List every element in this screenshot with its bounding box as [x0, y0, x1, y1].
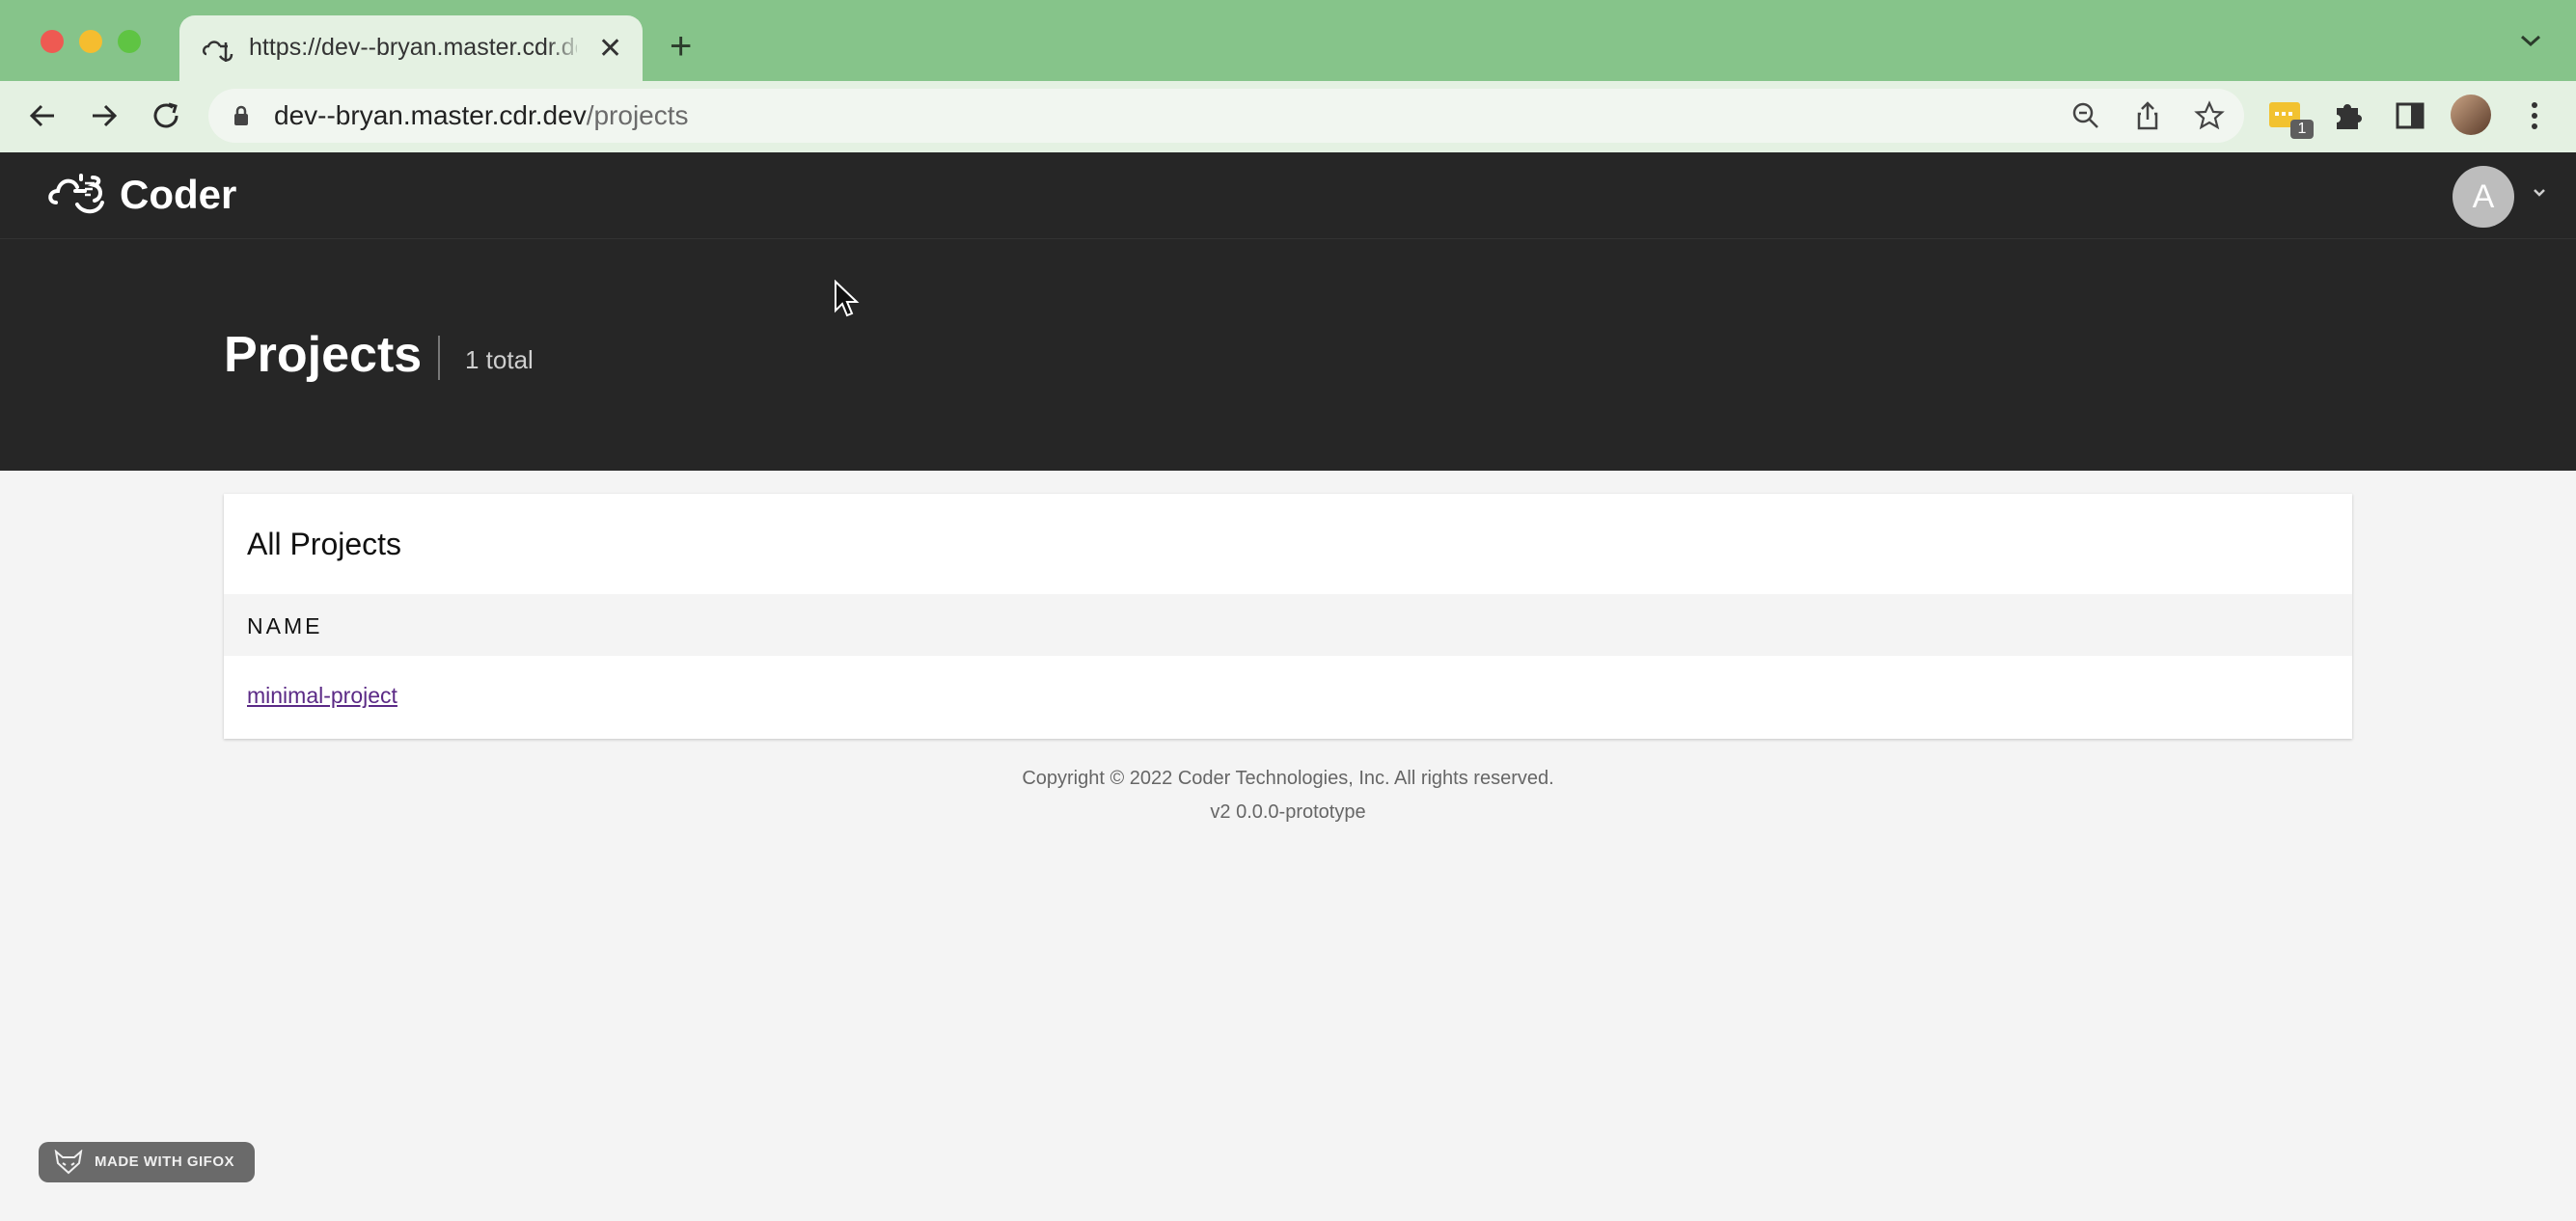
project-count: 1 total — [465, 345, 534, 374]
maximize-window-button[interactable] — [118, 30, 141, 53]
page-title: Projects — [224, 327, 423, 383]
reload-icon[interactable] — [149, 98, 183, 133]
version-text: v2 0.0.0-prototype — [1210, 801, 1366, 823]
close-window-button[interactable] — [41, 30, 64, 53]
url-path: /projects — [586, 100, 689, 130]
browser-profile-avatar[interactable] — [2451, 95, 2491, 135]
kebab-menu-icon[interactable] — [2530, 100, 2539, 131]
close-tab-icon[interactable]: ✕ — [598, 32, 622, 66]
lock-icon — [234, 105, 248, 125]
table-header: NAME — [224, 594, 2352, 656]
app-brand[interactable]: Coder — [120, 172, 236, 218]
gifox-label: MADE WITH GIFOX — [95, 1153, 234, 1170]
projects-table-card: All Projects NAME minimal-project — [224, 494, 2352, 739]
tab-title-fade — [546, 25, 585, 71]
gifox-watermark: MADE WITH GIFOX — [39, 1142, 255, 1182]
back-arrow-icon[interactable] — [25, 98, 60, 133]
project-link[interactable]: minimal-project — [247, 683, 397, 709]
chevron-down-icon[interactable] — [2518, 31, 2543, 50]
user-avatar[interactable]: A — [2453, 166, 2514, 228]
zoom-out-icon[interactable] — [2070, 100, 2101, 131]
forward-arrow-icon[interactable] — [87, 98, 122, 133]
column-header-name: NAME — [247, 613, 323, 638]
table-row: minimal-project — [224, 656, 2352, 739]
app-navbar — [0, 152, 2576, 239]
bookmark-star-icon[interactable] — [2194, 100, 2225, 131]
coder-logo-icon[interactable] — [46, 170, 108, 218]
browser-tab[interactable]: https://dev--bryan.master.cdr.dev/projec… — [179, 15, 643, 81]
puzzle-extensions-icon[interactable] — [2329, 96, 2368, 135]
copyright-text: Copyright © 2022 Coder Technologies, Inc… — [1022, 768, 1554, 789]
mouse-cursor-icon — [835, 280, 860, 317]
extension-badge: 1 — [2290, 120, 2314, 139]
coder-favicon-icon — [203, 41, 233, 62]
address-url[interactable]: dev--bryan.master.cdr.dev/projects — [274, 100, 689, 131]
url-host: dev--bryan.master.cdr.dev — [274, 100, 587, 130]
share-icon[interactable] — [2132, 100, 2163, 131]
chevron-down-icon[interactable] — [2532, 187, 2547, 199]
card-title: All Projects — [247, 527, 402, 561]
tab-title: https://dev--bryan.master.cdr.dev/projec… — [249, 34, 577, 61]
title-divider — [438, 336, 440, 380]
side-panel-icon[interactable] — [2391, 96, 2429, 135]
fox-icon — [54, 1150, 83, 1175]
new-tab-icon[interactable]: + — [670, 27, 692, 66]
minimize-window-button[interactable] — [79, 30, 102, 53]
